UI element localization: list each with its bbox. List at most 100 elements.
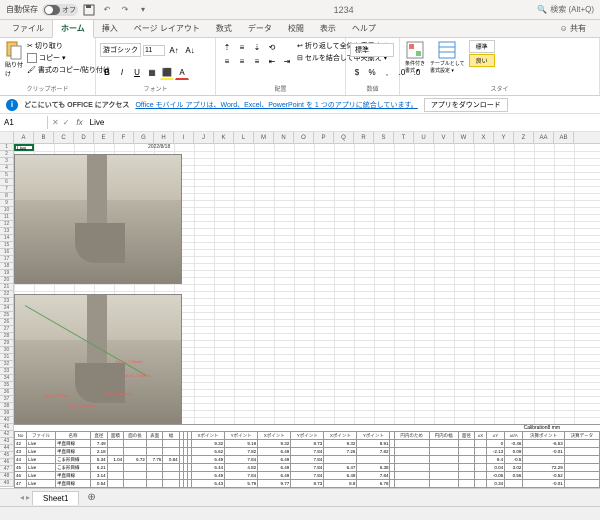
sheet-nav-prev-icon[interactable]: ▸	[26, 493, 30, 502]
currency-icon[interactable]: $	[350, 66, 364, 80]
tab-file[interactable]: ファイル	[4, 20, 52, 37]
redo-icon[interactable]: ↷	[118, 3, 132, 17]
group-number-label: 数値	[350, 83, 395, 93]
brush-icon: 🖌	[27, 66, 36, 74]
paste-icon	[5, 41, 23, 59]
comma-icon[interactable]: ,	[380, 66, 394, 80]
sheet-nav-first-icon[interactable]: ◂	[20, 493, 24, 502]
align-left-icon[interactable]: ≡	[220, 54, 234, 68]
col-header[interactable]: D	[74, 132, 94, 143]
style-normal[interactable]: 標準	[469, 40, 495, 53]
tab-insert[interactable]: 挿入	[94, 20, 126, 37]
align-center-icon[interactable]: ≡	[235, 54, 249, 68]
font-color-button[interactable]: A	[175, 66, 189, 80]
col-header[interactable]: X	[474, 132, 494, 143]
col-header[interactable]: U	[414, 132, 434, 143]
col-header[interactable]: Y	[494, 132, 514, 143]
font-size-select[interactable]: 11	[143, 45, 165, 56]
cell-styles-gallery[interactable]: 標準 良い	[469, 40, 495, 67]
cell-a1-selected[interactable]: Live	[14, 144, 34, 151]
cancel-formula-icon[interactable]: ✕	[52, 118, 59, 127]
col-header[interactable]: G	[134, 132, 154, 143]
col-header[interactable]: C	[54, 132, 74, 143]
tab-review[interactable]: 校閲	[280, 20, 312, 37]
col-header[interactable]: W	[454, 132, 474, 143]
col-header[interactable]: I	[174, 132, 194, 143]
align-top-icon[interactable]: ⇡	[220, 40, 234, 54]
col-header[interactable]: A	[14, 132, 34, 143]
col-header[interactable]: Q	[334, 132, 354, 143]
number-format-select[interactable]: 標準	[350, 43, 394, 57]
group-align-label: 配置	[220, 83, 341, 93]
embedded-image-2[interactable]: No.1 L:9.07mmNo.2 L:8.13mmNo.4 L:7.29mmN…	[14, 294, 182, 424]
paste-button[interactable]: 貼り付け	[4, 40, 24, 79]
cond-format-icon	[406, 41, 424, 59]
save-icon[interactable]	[82, 3, 96, 17]
autosave-toggle[interactable]: オフ	[42, 4, 78, 16]
conditional-format-button[interactable]: 条件付き 書式 ▾	[404, 40, 426, 75]
tab-help[interactable]: ヘルプ	[344, 20, 384, 37]
embedded-image-1[interactable]	[14, 154, 182, 284]
select-all-corner[interactable]	[0, 132, 14, 143]
col-header[interactable]: K	[214, 132, 234, 143]
new-sheet-button[interactable]: ⊕	[81, 492, 101, 503]
search-icon: 🔍	[537, 5, 547, 14]
indent-dec-icon[interactable]: ⇤	[265, 54, 279, 68]
tab-home[interactable]: ホーム	[52, 19, 94, 38]
col-header[interactable]: B	[34, 132, 54, 143]
col-header[interactable]: AB	[554, 132, 574, 143]
msgbar-title: どこにいても OFFICE にアクセス	[24, 100, 129, 110]
sheet-tab-sheet1[interactable]: Sheet1	[32, 491, 79, 505]
worksheet-area[interactable]: ABCDEFGHIJKLMNOPQRSTUVWXYZAAAB 123456789…	[0, 132, 600, 488]
status-bar	[0, 506, 600, 520]
tab-view[interactable]: 表示	[312, 20, 344, 37]
decrease-font-icon[interactable]: A↓	[183, 43, 197, 57]
italic-button[interactable]: I	[115, 66, 129, 80]
msgbar-link[interactable]: Office モバイル アプリは、Word、Excel、PowerPoint を…	[135, 100, 417, 110]
tab-pagelayout[interactable]: ページ レイアウト	[126, 20, 208, 37]
style-good[interactable]: 良い	[469, 54, 495, 67]
col-header[interactable]: O	[294, 132, 314, 143]
indent-inc-icon[interactable]: ⇥	[280, 54, 294, 68]
col-header[interactable]: S	[374, 132, 394, 143]
col-header[interactable]: F	[114, 132, 134, 143]
col-header[interactable]: H	[154, 132, 174, 143]
align-right-icon[interactable]: ≡	[250, 54, 264, 68]
col-header[interactable]: Z	[514, 132, 534, 143]
col-header[interactable]: T	[394, 132, 414, 143]
enter-formula-icon[interactable]: ✓	[63, 118, 70, 127]
bold-button[interactable]: B	[100, 66, 114, 80]
col-header[interactable]: L	[234, 132, 254, 143]
increase-font-icon[interactable]: A↑	[167, 43, 181, 57]
search-box[interactable]: 🔍 検索 (Alt+Q)	[537, 4, 594, 15]
qat-dropdown-icon[interactable]: ▾	[136, 3, 150, 17]
fx-icon[interactable]: fx	[73, 118, 85, 127]
col-header[interactable]: R	[354, 132, 374, 143]
font-name-select[interactable]: 游ゴシック	[100, 43, 141, 57]
col-header[interactable]: M	[254, 132, 274, 143]
col-header[interactable]: E	[94, 132, 114, 143]
tab-formulas[interactable]: 数式	[208, 20, 240, 37]
orientation-icon[interactable]: ⟲	[265, 40, 279, 54]
tab-data[interactable]: データ	[240, 20, 280, 37]
col-header[interactable]: J	[194, 132, 214, 143]
cell-date[interactable]: 2022/8/18	[148, 144, 170, 150]
border-button[interactable]: ▦	[145, 66, 159, 80]
measurement-table[interactable]: Calibration8 mm Noファイル名称直径面積面の長表面幅XポイントY…	[14, 424, 600, 488]
msgbar-download-button[interactable]: アプリをダウンロード	[424, 98, 508, 112]
format-as-table-button[interactable]: テーブルとして 書式設定 ▾	[429, 40, 466, 75]
col-header[interactable]: P	[314, 132, 334, 143]
col-header[interactable]: AA	[534, 132, 554, 143]
percent-icon[interactable]: %	[365, 66, 379, 80]
tab-share[interactable]: ☺ 共有	[552, 20, 594, 37]
col-header[interactable]: N	[274, 132, 294, 143]
align-bottom-icon[interactable]: ⇣	[250, 40, 264, 54]
underline-button[interactable]: U	[130, 66, 144, 80]
formula-bar[interactable]: Live	[86, 116, 600, 129]
fill-color-button[interactable]: ⬛	[160, 66, 174, 80]
align-middle-icon[interactable]: ≡	[235, 40, 249, 54]
undo-icon[interactable]: ↶	[100, 3, 114, 17]
name-box[interactable]: A1	[0, 116, 48, 129]
col-header[interactable]: V	[434, 132, 454, 143]
group-font-label: フォント	[100, 83, 211, 93]
